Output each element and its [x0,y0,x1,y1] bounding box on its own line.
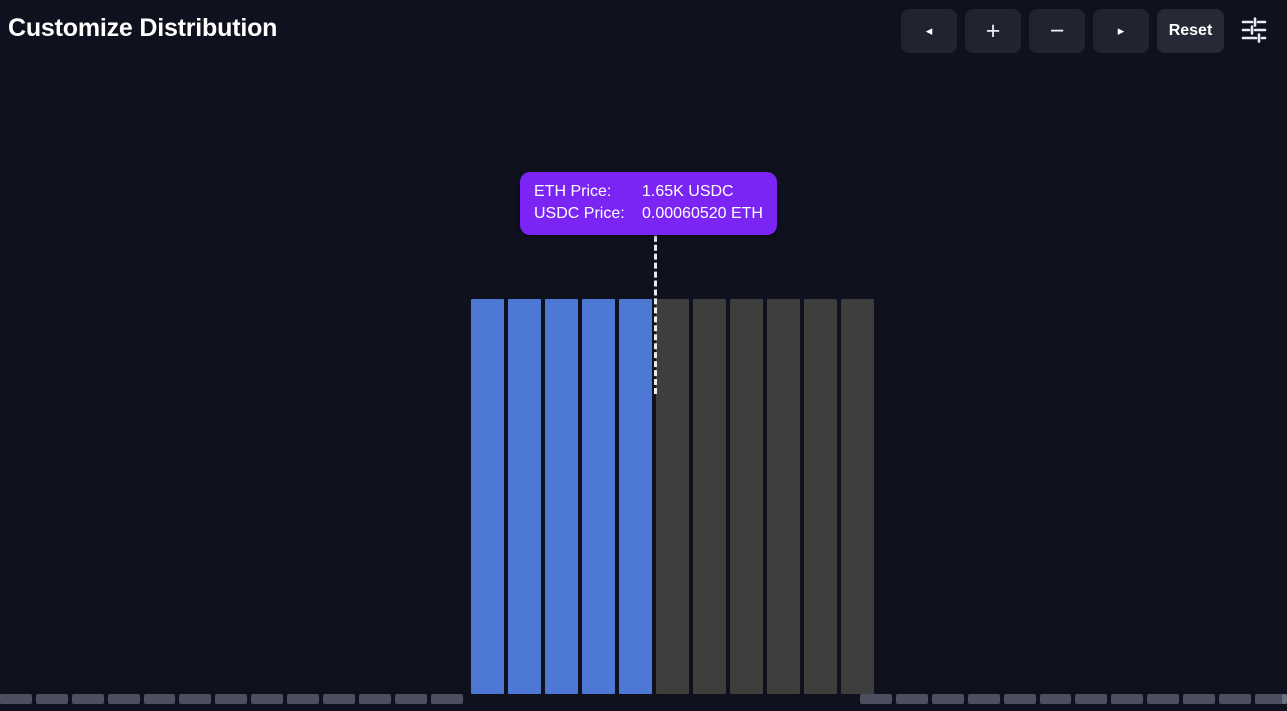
bar-b1[interactable] [471,299,504,694]
range-segment-right[interactable] [1111,694,1144,704]
bar-b6[interactable] [656,299,689,694]
zoom-out-button[interactable]: − [1029,9,1085,53]
range-segment-left[interactable] [430,694,463,704]
range-segment-right[interactable] [1147,694,1180,704]
price-tooltip: ETH Price: 1.65K USDC USDC Price: 0.0006… [520,172,777,235]
range-strip[interactable] [0,694,1287,711]
step-right-button[interactable]: ▸ [1093,9,1149,53]
range-segment-right[interactable] [860,694,893,704]
app-header: Customize Distribution ◂ + − ▸ Reset [0,0,1287,62]
range-segment-left[interactable] [323,694,355,704]
bar-series [471,299,874,694]
bar-b9[interactable] [767,299,800,694]
range-segment-right[interactable] [896,694,928,704]
range-segment-left[interactable] [251,694,284,704]
range-segment-left[interactable] [394,694,427,704]
bar-b2[interactable] [508,299,541,694]
range-segment-right[interactable] [1183,694,1216,704]
range-segment-left[interactable] [287,694,320,704]
page-title: Customize Distribution [8,14,278,42]
range-segment-left[interactable] [107,694,140,704]
range-strip-track[interactable] [0,694,1287,704]
bar-b8[interactable] [730,299,763,694]
range-segment-right[interactable] [967,694,1000,704]
range-segment-right[interactable] [1075,694,1108,704]
tooltip-row: ETH Price: 1.65K USDC [534,181,763,203]
settings-button[interactable] [1235,9,1273,53]
range-segment-right[interactable] [931,694,964,704]
reset-button[interactable]: Reset [1157,9,1224,53]
tooltip-row: USDC Price: 0.00060520 ETH [534,203,763,225]
range-segment-left[interactable] [0,694,32,704]
customize-distribution-app: Customize Distribution ◂ + − ▸ Reset ETH… [0,0,1287,711]
bar-b7[interactable] [693,299,726,694]
usdc-price-value: 0.00060520 ETH [642,205,763,222]
step-left-button[interactable]: ◂ [901,9,957,53]
usdc-price-label: USDC Price: [534,205,625,222]
range-segment-right[interactable] [1219,694,1251,704]
sliders-icon [1240,16,1268,46]
bar-b11[interactable] [841,299,874,694]
bar-b3[interactable] [545,299,578,694]
range-segment-left[interactable] [358,694,391,704]
toolbar: ◂ + − ▸ Reset [901,9,1273,53]
range-segment-left[interactable] [35,694,68,704]
bar-b10[interactable] [804,299,837,694]
distribution-chart[interactable]: ETH Price: 1.65K USDC USDC Price: 0.0006… [0,62,1287,694]
bar-b5[interactable] [619,299,652,694]
range-handle-right[interactable] [1282,694,1287,704]
range-segment-left[interactable] [179,694,212,704]
eth-price-label: ETH Price: [534,183,612,200]
range-segment-right[interactable] [1039,694,1072,704]
eth-price-value: 1.65K USDC [642,183,734,200]
range-segment-left[interactable] [143,694,176,704]
range-segment-right[interactable] [1003,694,1036,704]
range-selected-span [467,694,857,704]
range-segment-left[interactable] [215,694,248,704]
range-segment-left[interactable] [71,694,104,704]
zoom-in-button[interactable]: + [965,9,1021,53]
bar-b4[interactable] [582,299,615,694]
